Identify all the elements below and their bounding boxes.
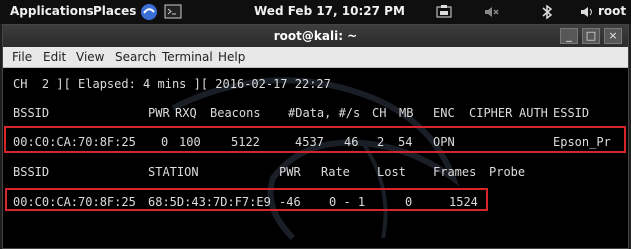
ap-header-ch: CH: [372, 106, 387, 120]
ap-header-mb: MB: [399, 106, 414, 120]
minimize-button[interactable]: _: [560, 28, 578, 44]
user-menu[interactable]: root: [598, 4, 626, 18]
mute-icon[interactable]: [482, 3, 500, 21]
close-button[interactable]: ×: [604, 28, 622, 44]
screenshot-icon[interactable]: [435, 3, 453, 21]
sta-header-probe: Probe: [489, 165, 526, 179]
ap-row-highlight: [4, 126, 626, 153]
places-menu[interactable]: Places: [93, 4, 136, 18]
sta-header-rate: Rate: [321, 165, 350, 179]
sta-header-pwr: PWR: [279, 165, 301, 179]
kali-dragon-watermark-icon: [171, 77, 460, 241]
menu-help[interactable]: Help: [218, 50, 245, 64]
applications-menu[interactable]: Applications: [10, 4, 94, 18]
ap-header-pwr: PWR: [148, 106, 170, 120]
sta-header-frames: Frames: [433, 165, 477, 179]
ap-header-cipher: CIPHER: [469, 106, 513, 120]
menu-terminal[interactable]: Terminal: [162, 50, 213, 64]
bluetooth-icon[interactable]: [538, 3, 556, 21]
menu-search[interactable]: Search: [115, 50, 156, 64]
menu-edit[interactable]: Edit: [43, 50, 66, 64]
terminal-icon[interactable]: [164, 3, 182, 21]
menu-bar: File Edit View Search Terminal Help: [3, 47, 628, 68]
status-line: CH 2 ][ Elapsed: 4 mins ][ 2016-02-17 22…: [13, 77, 331, 91]
window-titlebar[interactable]: root@kali: ~ _ □ ×: [3, 25, 628, 47]
ap-header-data: #Data, #/s: [288, 106, 361, 120]
sta-header-station: STATION: [148, 165, 199, 179]
ap-header-auth: AUTH: [519, 106, 548, 120]
ap-header-essid: ESSID: [553, 106, 590, 120]
window-title: root@kali: ~: [273, 29, 358, 43]
sta-header-bssid: BSSID: [13, 165, 50, 179]
ap-header-rxq: RXQ: [175, 106, 197, 120]
sta-header-lost: Lost: [377, 165, 406, 179]
clock[interactable]: Wed Feb 17, 10:27 PM: [254, 4, 405, 18]
ap-header-beacons: Beacons: [210, 106, 261, 120]
terminal-output[interactable]: CH 2 ][ Elapsed: 4 mins ][ 2016-02-17 22…: [3, 68, 628, 248]
maximize-button[interactable]: □: [582, 28, 600, 44]
ap-header-bssid: BSSID: [13, 106, 50, 120]
ap-header-enc: ENC: [433, 106, 455, 120]
menu-view[interactable]: View: [76, 50, 104, 64]
station-row-highlight: [5, 188, 488, 211]
speaker-icon[interactable]: [578, 3, 596, 21]
system-top-bar: Applications Places Wed Feb 17, 10:27 PM…: [0, 0, 631, 24]
menu-file[interactable]: File: [12, 50, 32, 64]
kali-icon[interactable]: [140, 3, 158, 21]
terminal-window: root@kali: ~ _ □ × File Edit View Search…: [2, 24, 629, 249]
